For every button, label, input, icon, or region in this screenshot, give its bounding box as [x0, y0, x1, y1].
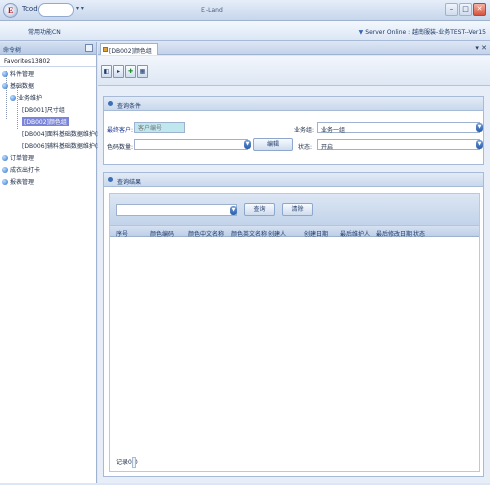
app-logo[interactable]: E: [3, 3, 18, 18]
query-panel-header: 查询条件: [104, 97, 483, 111]
menu-bar: 常用功能CN ▼ Server Online : 越南服装-业务TEST--Ver…: [0, 21, 490, 41]
tree-node-business-maintenance[interactable]: 业务维护: [10, 92, 42, 103]
business-group-select[interactable]: 业务一组: [317, 122, 480, 134]
query-panel: 查询条件 最终客户: 业务组: 业务一组 ▼ 色码数量: ▼ 编辑 状态: 开启…: [103, 96, 484, 165]
chevron-down-icon[interactable]: ▼: [230, 206, 237, 215]
status-label: 状态:: [298, 144, 313, 151]
title-bar: E Tcode ▾ ▾ Ｅ-Land – □ ✕: [0, 0, 490, 21]
document-icon: [103, 47, 108, 52]
server-status-text: Server Online : 越南服装-业务TEST--Ver15: [365, 29, 486, 36]
tree-node-report-management[interactable]: 报表管理: [2, 176, 34, 187]
results-grid-container: ▼ 查询 清除 序号 颜色编码 颜色中文名称 颜色英文名称 创建人 创建日期 最…: [109, 193, 480, 472]
results-panel: 查询结果 ▼ 查询 清除 序号 颜色编码 颜色中文名称 颜色英文名称 创建人 创…: [103, 172, 484, 477]
business-group-value: 业务一组: [321, 127, 346, 134]
records-pager[interactable]: [132, 457, 136, 468]
tree-node-garment-card[interactable]: 成衣出打卡: [2, 164, 40, 175]
favorites-item[interactable]: Favorites13802: [0, 55, 96, 67]
tree-node-basic-data[interactable]: 基础数据: [2, 80, 34, 91]
node-icon: [2, 178, 8, 185]
customer-input[interactable]: [134, 122, 185, 133]
sidebar: 命令树 Favorites13802 料件管理 基础数据 业务维护 [DB001…: [0, 42, 106, 483]
document-tab-bar: [DB002]颜色组 ▾ ✕: [98, 42, 490, 55]
customer-label: 最终客户:: [107, 127, 134, 134]
color-count-input[interactable]: [134, 139, 248, 150]
server-status: ▼ Server Online : 越南服装-业务TEST--Ver15: [359, 27, 486, 36]
node-icon: [2, 166, 8, 173]
window-controls: – □ ✕: [445, 3, 486, 16]
minimize-button[interactable]: –: [445, 3, 458, 16]
tcode-dropdown-buttons[interactable]: ▾ ▾: [76, 5, 84, 12]
node-icon: [2, 82, 8, 89]
toolbar-first-icon[interactable]: ◧: [101, 65, 112, 78]
chevron-down-icon[interactable]: ▼: [244, 140, 251, 149]
collapse-icon[interactable]: [108, 101, 113, 106]
tab-controls[interactable]: ▾ ✕: [475, 44, 487, 52]
tree-leaf-db001[interactable]: [DB001]尺寸组: [22, 104, 65, 115]
sidebar-title: 命令树: [3, 47, 22, 54]
grid-header: 序号 颜色编码 颜色中文名称 颜色英文名称 创建人 创建日期 最后维护人 最后修…: [110, 226, 479, 238]
toolbar: ◧ ▸ ✚ ▦: [98, 56, 490, 86]
node-icon: [2, 70, 8, 77]
results-panel-title: 查询结果: [117, 179, 142, 186]
tcode-input[interactable]: [38, 3, 74, 17]
node-icon: [2, 154, 8, 161]
maximize-button[interactable]: □: [459, 3, 472, 16]
clear-button[interactable]: 清除: [282, 203, 313, 216]
chevron-down-icon[interactable]: ▼: [359, 29, 364, 36]
search-button[interactable]: 查询: [244, 203, 275, 216]
collapse-icon[interactable]: [108, 177, 113, 182]
status-select[interactable]: 开启: [317, 139, 480, 151]
business-group-label: 业务组:: [294, 127, 315, 134]
status-value: 开启: [321, 144, 334, 151]
window-title: Ｅ-Land: [200, 7, 223, 14]
tree-node-order-management[interactable]: 订单管理: [2, 152, 34, 163]
chevron-down-icon[interactable]: ▼: [476, 123, 483, 132]
chevron-down-icon[interactable]: ▼: [476, 140, 483, 149]
color-count-label: 色码数量:: [107, 144, 134, 151]
menu-item-common-functions[interactable]: 常用功能CN: [28, 27, 61, 36]
sidebar-header: 命令树: [0, 42, 96, 55]
node-icon: [10, 94, 16, 101]
close-button[interactable]: ✕: [473, 3, 486, 16]
tree-leaf-db002[interactable]: [DB002]颜色组: [22, 116, 69, 127]
edit-button[interactable]: 编辑: [253, 138, 293, 151]
results-toolbar: ▼ 查询 清除: [110, 194, 479, 226]
toolbar-add-icon[interactable]: ✚: [125, 65, 136, 78]
toolbar-run-icon[interactable]: ▸: [113, 65, 124, 78]
toolbar-export-icon[interactable]: ▦: [137, 65, 148, 78]
query-panel-title: 查询条件: [117, 103, 142, 110]
results-filter-input[interactable]: [116, 204, 237, 216]
tab-db002-color-group[interactable]: [DB002]颜色组: [100, 43, 158, 55]
grid-body[interactable]: [110, 237, 479, 467]
main-content: ◧ ▸ ✚ ▦ 查询条件 最终客户: 业务组: 业务一组 ▼ 色码数量: ▼ 编…: [98, 56, 490, 483]
pin-icon[interactable]: [85, 44, 93, 52]
app-logo-letter: E: [8, 6, 14, 15]
tree-node-material[interactable]: 料件管理: [2, 68, 34, 79]
results-panel-header: 查询结果: [104, 173, 483, 187]
tree-leaf-db006[interactable]: [DB006]辅料基础数据维护(新): [22, 140, 106, 151]
tab-label: [DB002]颜色组: [109, 48, 152, 55]
tree-leaf-db004[interactable]: [DB004]面料基础数据维护(新): [22, 128, 106, 139]
